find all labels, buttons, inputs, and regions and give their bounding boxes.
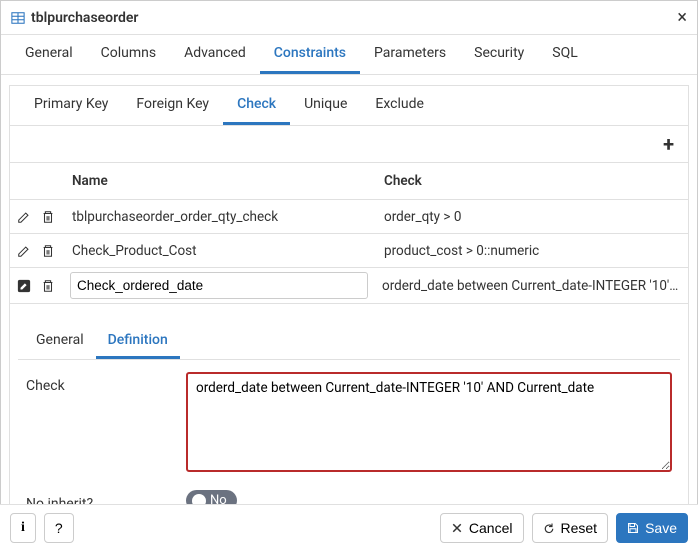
subtab-check[interactable]: Check bbox=[223, 86, 290, 125]
reset-icon bbox=[543, 522, 555, 534]
close-icon[interactable]: × bbox=[677, 7, 687, 28]
table-row: tblpurchaseorder_order_qty_check order_q… bbox=[10, 200, 688, 234]
grid-header: Name Check bbox=[10, 163, 688, 200]
check-textarea[interactable] bbox=[186, 372, 672, 472]
cell-check[interactable]: product_cost > 0::numeric bbox=[376, 237, 688, 265]
tab-sql[interactable]: SQL bbox=[538, 35, 591, 74]
delete-row-button[interactable] bbox=[38, 276, 58, 296]
check-label: Check bbox=[26, 372, 186, 394]
info-button[interactable]: i bbox=[10, 513, 36, 543]
cell-name[interactable]: Check_Product_Cost bbox=[64, 237, 376, 265]
save-icon bbox=[627, 522, 639, 534]
help-button[interactable]: ? bbox=[44, 513, 74, 543]
dialog-footer: i ? Cancel Reset Save bbox=[0, 504, 698, 551]
table-row: orderd_date between Current_date-INTEGER… bbox=[10, 268, 688, 304]
edit-row-button[interactable] bbox=[14, 207, 34, 227]
name-input[interactable] bbox=[70, 272, 368, 299]
cell-check[interactable]: order_qty > 0 bbox=[376, 203, 688, 231]
delete-row-button[interactable] bbox=[38, 207, 58, 227]
subtab-unique[interactable]: Unique bbox=[290, 86, 361, 125]
add-row-button[interactable]: + bbox=[657, 130, 680, 158]
col-header-name: Name bbox=[64, 163, 376, 199]
dialog-header: tblpurchaseorder × bbox=[1, 1, 697, 35]
cancel-label: Cancel bbox=[469, 520, 513, 536]
edit-row-button[interactable] bbox=[14, 241, 34, 261]
subtab-exclude[interactable]: Exclude bbox=[361, 86, 438, 125]
cell-name[interactable]: tblpurchaseorder_order_qty_check bbox=[64, 203, 376, 231]
edit-row-button[interactable] bbox=[14, 276, 34, 296]
cell-check[interactable]: orderd_date between Current_date-INTEGER… bbox=[374, 272, 688, 300]
subtab-foreign-key[interactable]: Foreign Key bbox=[122, 86, 223, 125]
close-icon bbox=[451, 522, 463, 534]
save-button[interactable]: Save bbox=[616, 513, 688, 543]
tab-advanced[interactable]: Advanced bbox=[170, 35, 260, 74]
detail-tabs: General Definition bbox=[18, 324, 680, 360]
reset-button[interactable]: Reset bbox=[532, 513, 609, 543]
detail-tab-definition[interactable]: Definition bbox=[96, 324, 180, 359]
tab-constraints[interactable]: Constraints bbox=[260, 35, 360, 74]
cancel-button[interactable]: Cancel bbox=[440, 513, 524, 543]
col-header-check: Check bbox=[376, 163, 688, 199]
help-icon: ? bbox=[55, 520, 63, 536]
delete-row-button[interactable] bbox=[38, 241, 58, 261]
top-tabs: General Columns Advanced Constraints Par… bbox=[1, 35, 697, 75]
tab-parameters[interactable]: Parameters bbox=[360, 35, 460, 74]
table-icon bbox=[11, 11, 25, 25]
reset-label: Reset bbox=[561, 520, 598, 536]
dialog-title: tblpurchaseorder bbox=[31, 10, 138, 26]
subtab-primary-key[interactable]: Primary Key bbox=[20, 86, 122, 125]
info-icon: i bbox=[21, 520, 25, 536]
constraint-type-tabs: Primary Key Foreign Key Check Unique Exc… bbox=[10, 86, 688, 126]
tab-general[interactable]: General bbox=[11, 35, 87, 74]
save-label: Save bbox=[645, 520, 677, 536]
tab-columns[interactable]: Columns bbox=[87, 35, 170, 74]
table-row: Check_Product_Cost product_cost > 0::num… bbox=[10, 234, 688, 268]
detail-tab-general[interactable]: General bbox=[24, 324, 96, 359]
tab-security[interactable]: Security bbox=[460, 35, 538, 74]
